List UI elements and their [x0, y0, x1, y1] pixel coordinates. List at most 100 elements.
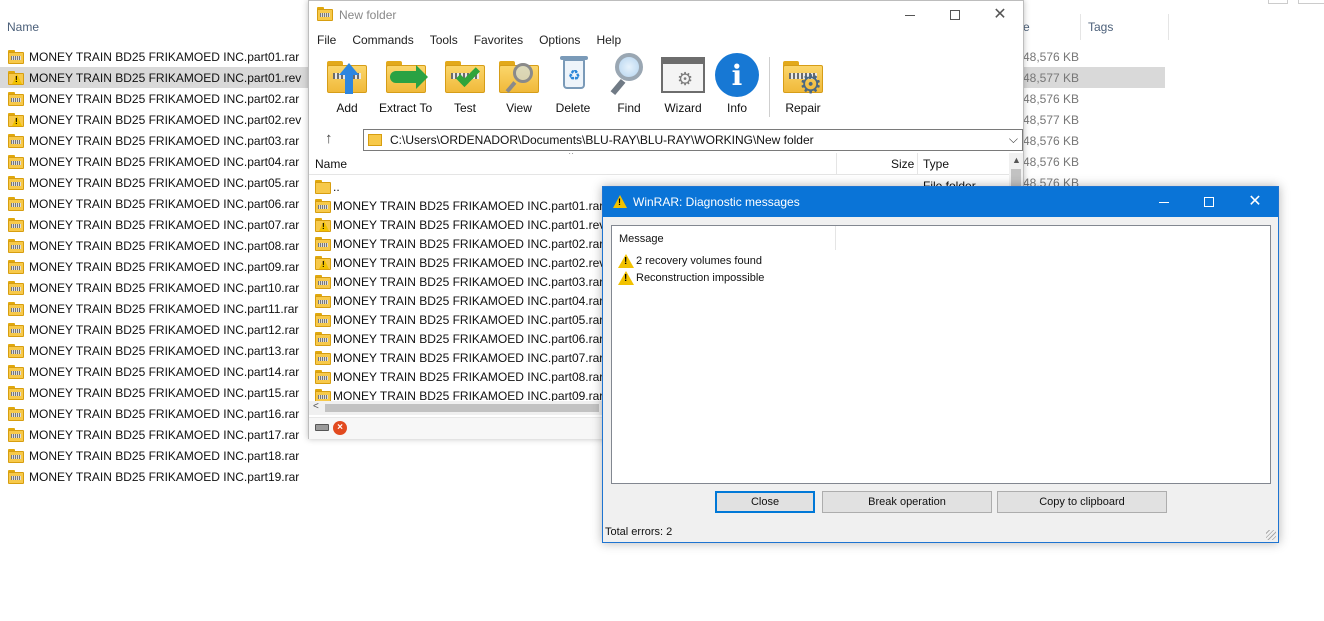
repair-button[interactable]: ⚙ Repair [781, 53, 825, 121]
column-header-name[interactable]: Name [7, 20, 39, 34]
break-operation-button[interactable]: Break operation [822, 491, 992, 513]
archive-icon [8, 280, 24, 295]
scroll-thumb[interactable] [325, 404, 599, 412]
file-row[interactable]: MONEY TRAIN BD25 FRIKAMOED INC.part16.ra… [0, 403, 308, 424]
sort-indicator-icon: ^ [569, 153, 574, 159]
file-name: MONEY TRAIN BD25 FRIKAMOED INC.part01.ra… [333, 198, 604, 213]
total-errors-text: Total errors: 2 [605, 526, 673, 538]
archive-icon [315, 236, 331, 251]
test-button[interactable]: Test [443, 53, 487, 121]
minimize-icon [1159, 201, 1169, 203]
find-button[interactable]: Find [607, 53, 651, 121]
up-arrow-icon[interactable]: ↑ [325, 130, 333, 147]
column-header-name[interactable]: Name [315, 157, 347, 171]
title-bar[interactable]: New folder ✕ [309, 1, 1023, 29]
file-row[interactable]: MONEY TRAIN BD25 FRIKAMOED INC.part14.ra… [0, 361, 308, 382]
file-row[interactable]: MONEY TRAIN BD25 FRIKAMOED INC.part05.ra… [0, 172, 308, 193]
scroll-up-icon[interactable]: ▲ [1012, 155, 1021, 165]
file-name: MONEY TRAIN BD25 FRIKAMOED INC.part14.ra… [29, 364, 300, 379]
file-row[interactable]: MONEY TRAIN BD25 FRIKAMOED INC.part19.ra… [0, 466, 308, 487]
file-row[interactable]: MONEY TRAIN BD25 FRIKAMOED INC.part12.ra… [0, 319, 308, 340]
maximize-button[interactable] [932, 1, 978, 29]
test-icon [443, 53, 487, 97]
column-divider[interactable] [1080, 14, 1081, 40]
scroll-left-icon[interactable]: < [313, 401, 319, 412]
file-row[interactable]: MONEY TRAIN BD25 FRIKAMOED INC.part06.ra… [0, 193, 308, 214]
close-dialog-button[interactable]: Close [715, 491, 815, 513]
file-row[interactable]: MONEY TRAIN BD25 FRIKAMOED INC.part09.ra… [0, 256, 308, 277]
archive-icon [315, 274, 331, 289]
column-divider[interactable] [917, 153, 918, 175]
maximize-button[interactable] [1186, 187, 1232, 217]
file-row[interactable]: MONEY TRAIN BD25 FRIKAMOED INC.part07.ra… [0, 214, 308, 235]
column-divider[interactable] [835, 226, 836, 250]
error-shield-icon[interactable]: × [333, 421, 347, 435]
folder-icon [315, 179, 331, 194]
close-button[interactable]: ✕ [977, 1, 1023, 29]
dialog-title-bar[interactable]: WinRAR: Diagnostic messages ✕ [603, 187, 1278, 217]
file-name: MONEY TRAIN BD25 FRIKAMOED INC.part19.ra… [29, 469, 300, 484]
file-row[interactable]: MONEY TRAIN BD25 FRIKAMOED INC.part11.ra… [0, 298, 308, 319]
archive-icon [8, 406, 24, 421]
archive-icon [8, 343, 24, 358]
archive-icon [8, 133, 24, 148]
minimize-button[interactable] [1141, 187, 1187, 217]
file-name: MONEY TRAIN BD25 FRIKAMOED INC.part04.ra… [333, 293, 604, 308]
column-header-message[interactable]: Message [619, 233, 664, 245]
archive-icon [8, 91, 24, 106]
drive-icon[interactable] [315, 424, 329, 431]
file-name: MONEY TRAIN BD25 FRIKAMOED INC.part08.ra… [29, 238, 300, 253]
archive-icon [315, 331, 331, 346]
file-row[interactable]: MONEY TRAIN BD25 FRIKAMOED INC.part10.ra… [0, 277, 308, 298]
menu-commands[interactable]: Commands [344, 30, 421, 50]
file-row[interactable]: MONEY TRAIN BD25 FRIKAMOED INC.part04.ra… [0, 151, 308, 172]
file-row[interactable]: MONEY TRAIN BD25 FRIKAMOED INC.part02.re… [0, 109, 308, 130]
archive-icon [8, 364, 24, 379]
column-header-size[interactable]: Size [891, 157, 914, 171]
file-name: MONEY TRAIN BD25 FRIKAMOED INC.part01.ra… [29, 49, 300, 64]
column-header-size[interactable]: e [1023, 20, 1030, 34]
file-row[interactable]: MONEY TRAIN BD25 FRIKAMOED INC.part13.ra… [0, 340, 308, 361]
file-row[interactable]: MONEY TRAIN BD25 FRIKAMOED INC.part18.ra… [0, 445, 308, 466]
view-button[interactable]: View [497, 53, 541, 121]
add-button[interactable]: Add [325, 53, 369, 121]
minimize-button[interactable] [887, 1, 933, 29]
message-list[interactable]: Message 2 recovery volumes found Reconst… [611, 225, 1271, 484]
horizontal-scrollbar[interactable]: < [309, 401, 609, 415]
repair-icon: ⚙ [781, 53, 825, 97]
file-size: 48,576 KB [1023, 133, 1080, 148]
info-button[interactable]: i Info [715, 53, 759, 121]
menu-help[interactable]: Help [588, 30, 629, 50]
delete-button[interactable]: ♻ Delete [551, 53, 595, 121]
archive-icon [315, 198, 331, 213]
extract-to-button[interactable]: Extract To [379, 53, 432, 121]
chevron-down-icon[interactable]: ⌵ [1009, 132, 1018, 147]
recycle-bin-icon: ♻ [551, 53, 595, 97]
message-row[interactable]: 2 recovery volumes found [618, 252, 762, 269]
menu-tools[interactable]: Tools [422, 30, 466, 50]
resize-grip-icon[interactable] [1266, 530, 1276, 540]
menu-favorites[interactable]: Favorites [466, 30, 531, 50]
file-row[interactable]: MONEY TRAIN BD25 FRIKAMOED INC.part02.ra… [0, 88, 308, 109]
file-row[interactable]: MONEY TRAIN BD25 FRIKAMOED INC.part03.ra… [0, 130, 308, 151]
file-row[interactable]: MONEY TRAIN BD25 FRIKAMOED INC.part01.ra… [0, 46, 308, 67]
wizard-button[interactable]: ⚙ Wizard [661, 53, 705, 121]
archive-icon [8, 49, 24, 64]
column-header-tags[interactable]: Tags [1088, 20, 1113, 34]
file-row[interactable]: MONEY TRAIN BD25 FRIKAMOED INC.part17.ra… [0, 424, 308, 445]
column-divider[interactable] [1168, 14, 1169, 40]
copy-to-clipboard-button[interactable]: Copy to clipboard [997, 491, 1167, 513]
message-row[interactable]: Reconstruction impossible [618, 269, 764, 286]
column-divider[interactable] [836, 153, 837, 175]
close-button[interactable]: ✕ [1232, 187, 1278, 217]
search-input[interactable] [1298, 0, 1324, 4]
file-row[interactable]: MONEY TRAIN BD25 FRIKAMOED INC.part01.re… [0, 67, 308, 88]
file-row[interactable]: MONEY TRAIN BD25 FRIKAMOED INC.part15.ra… [0, 382, 308, 403]
file-row[interactable]: MONEY TRAIN BD25 FRIKAMOED INC.part08.ra… [0, 235, 308, 256]
path-input[interactable]: C:\Users\ORDENADOR\Documents\BLU-RAY\BLU… [363, 129, 1023, 151]
menu-file[interactable]: File [309, 30, 344, 50]
refresh-button[interactable] [1268, 0, 1288, 4]
file-name: MONEY TRAIN BD25 FRIKAMOED INC.part02.re… [29, 112, 302, 127]
menu-options[interactable]: Options [531, 30, 588, 50]
column-header-type[interactable]: Type [923, 157, 949, 171]
